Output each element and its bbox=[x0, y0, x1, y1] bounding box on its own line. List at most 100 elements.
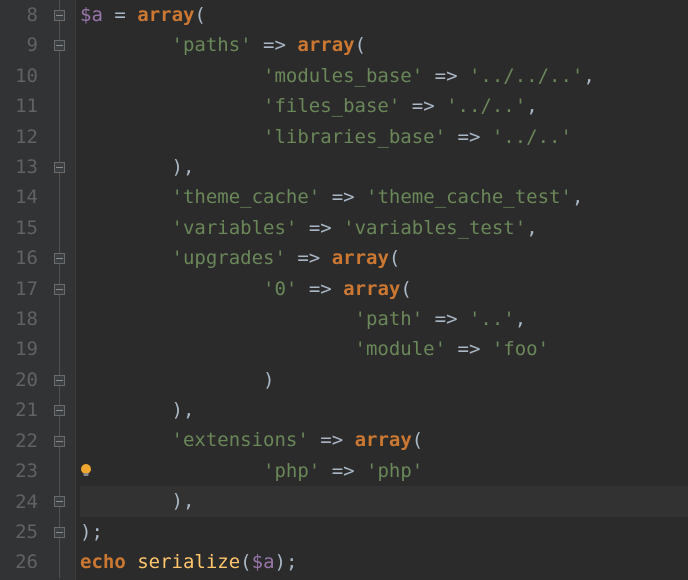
token-punc bbox=[355, 460, 366, 482]
token-punc: , bbox=[183, 490, 194, 512]
token-op: = bbox=[114, 4, 125, 26]
code-line[interactable]: ); bbox=[80, 517, 688, 547]
code-editor[interactable]: 891011121314151617181920212223242526 $a … bbox=[0, 0, 688, 580]
token-punc: ( bbox=[400, 278, 411, 300]
token-punc bbox=[309, 429, 320, 451]
token-str: 'module' bbox=[355, 338, 447, 360]
token-punc: , bbox=[515, 308, 526, 330]
token-punc: ) bbox=[275, 551, 286, 573]
token-punc: ) bbox=[80, 521, 91, 543]
line-number: 9 bbox=[0, 30, 38, 60]
line-number-gutter: 891011121314151617181920212223242526 bbox=[0, 0, 48, 580]
line-number: 8 bbox=[0, 0, 38, 30]
token-punc bbox=[252, 34, 263, 56]
code-line[interactable]: ), bbox=[80, 395, 688, 425]
fold-toggle[interactable] bbox=[54, 253, 65, 264]
token-op: => bbox=[435, 308, 458, 330]
code-line[interactable]: 'path' => '..', bbox=[80, 304, 688, 334]
token-punc: , bbox=[183, 156, 194, 178]
token-punc bbox=[446, 338, 457, 360]
token-str: '..' bbox=[469, 308, 515, 330]
token-punc bbox=[435, 95, 446, 117]
token-op: => bbox=[309, 278, 332, 300]
token-str: '../..' bbox=[492, 126, 572, 148]
code-line[interactable]: 'theme_cache' => 'theme_cache_test', bbox=[80, 182, 688, 212]
token-echo: echo bbox=[80, 551, 126, 573]
token-op: => bbox=[320, 429, 343, 451]
token-punc bbox=[446, 126, 457, 148]
token-punc bbox=[103, 4, 114, 26]
token-punc bbox=[297, 217, 308, 239]
code-line[interactable]: echo serialize($a); bbox=[80, 547, 688, 577]
fold-toggle[interactable] bbox=[54, 436, 65, 447]
code-line[interactable]: 'libraries_base' => '../..' bbox=[80, 122, 688, 152]
token-punc bbox=[400, 95, 411, 117]
token-punc bbox=[332, 278, 343, 300]
line-number: 17 bbox=[0, 274, 38, 304]
fold-gutter[interactable] bbox=[48, 0, 76, 580]
token-str: 'foo' bbox=[492, 338, 549, 360]
line-number: 16 bbox=[0, 243, 38, 273]
code-line[interactable]: 'paths' => array( bbox=[80, 30, 688, 60]
token-punc bbox=[332, 217, 343, 239]
token-func: array bbox=[332, 247, 389, 269]
fold-toggle[interactable] bbox=[54, 496, 65, 507]
token-op: => bbox=[263, 34, 286, 56]
token-ser: serialize bbox=[137, 551, 240, 573]
token-punc: ) bbox=[263, 369, 274, 391]
code-line[interactable]: ), bbox=[80, 152, 688, 182]
token-op: => bbox=[458, 338, 481, 360]
token-str: '../..' bbox=[446, 95, 526, 117]
line-number: 26 bbox=[0, 547, 38, 577]
token-punc bbox=[458, 308, 469, 330]
token-punc bbox=[355, 186, 366, 208]
code-line[interactable]: 'extensions' => array( bbox=[80, 425, 688, 455]
token-punc bbox=[297, 278, 308, 300]
line-number: 24 bbox=[0, 487, 38, 517]
code-line[interactable]: 'modules_base' => '../../..', bbox=[80, 61, 688, 91]
token-punc: , bbox=[572, 186, 583, 208]
fold-toggle[interactable] bbox=[54, 284, 65, 295]
code-line[interactable]: ), bbox=[80, 486, 688, 516]
fold-toggle[interactable] bbox=[54, 10, 65, 21]
token-str: 'upgrades' bbox=[172, 247, 286, 269]
token-str: 'paths' bbox=[172, 34, 252, 56]
token-punc bbox=[126, 551, 137, 573]
token-punc bbox=[480, 338, 491, 360]
fold-toggle[interactable] bbox=[54, 405, 65, 416]
line-number: 13 bbox=[0, 152, 38, 182]
code-line[interactable]: $a = array( bbox=[80, 0, 688, 30]
token-func: array bbox=[297, 34, 354, 56]
token-str: 'extensions' bbox=[172, 429, 309, 451]
token-str: 'modules_base' bbox=[263, 65, 423, 87]
line-number: 10 bbox=[0, 61, 38, 91]
line-number: 22 bbox=[0, 426, 38, 456]
token-str: 'variables_test' bbox=[343, 217, 526, 239]
line-number: 23 bbox=[0, 456, 38, 486]
fold-toggle[interactable] bbox=[54, 40, 65, 51]
fold-toggle[interactable] bbox=[54, 162, 65, 173]
code-line[interactable]: '0' => array( bbox=[80, 274, 688, 304]
code-area[interactable]: $a = array( 'paths' => array( 'modules_b… bbox=[76, 0, 688, 580]
token-punc: , bbox=[583, 65, 594, 87]
code-line[interactable]: 'files_base' => '../..', bbox=[80, 91, 688, 121]
token-punc bbox=[320, 247, 331, 269]
fold-toggle[interactable] bbox=[54, 375, 65, 386]
code-line[interactable]: 'upgrades' => array( bbox=[80, 243, 688, 273]
token-punc bbox=[126, 4, 137, 26]
token-str: '../../..' bbox=[469, 65, 583, 87]
token-punc: ( bbox=[355, 34, 366, 56]
token-punc: ( bbox=[194, 4, 205, 26]
token-str: 'libraries_base' bbox=[263, 126, 446, 148]
fold-toggle[interactable] bbox=[54, 527, 65, 538]
code-line[interactable]: 'variables' => 'variables_test', bbox=[80, 213, 688, 243]
token-func: array bbox=[137, 4, 194, 26]
code-line[interactable]: 'php' => 'php' bbox=[80, 456, 688, 486]
code-line[interactable]: 'module' => 'foo' bbox=[80, 334, 688, 364]
token-punc bbox=[320, 186, 331, 208]
code-line[interactable]: ) bbox=[80, 365, 688, 395]
token-punc: ; bbox=[91, 521, 102, 543]
line-number: 12 bbox=[0, 122, 38, 152]
line-number: 18 bbox=[0, 304, 38, 334]
token-op: => bbox=[412, 95, 435, 117]
